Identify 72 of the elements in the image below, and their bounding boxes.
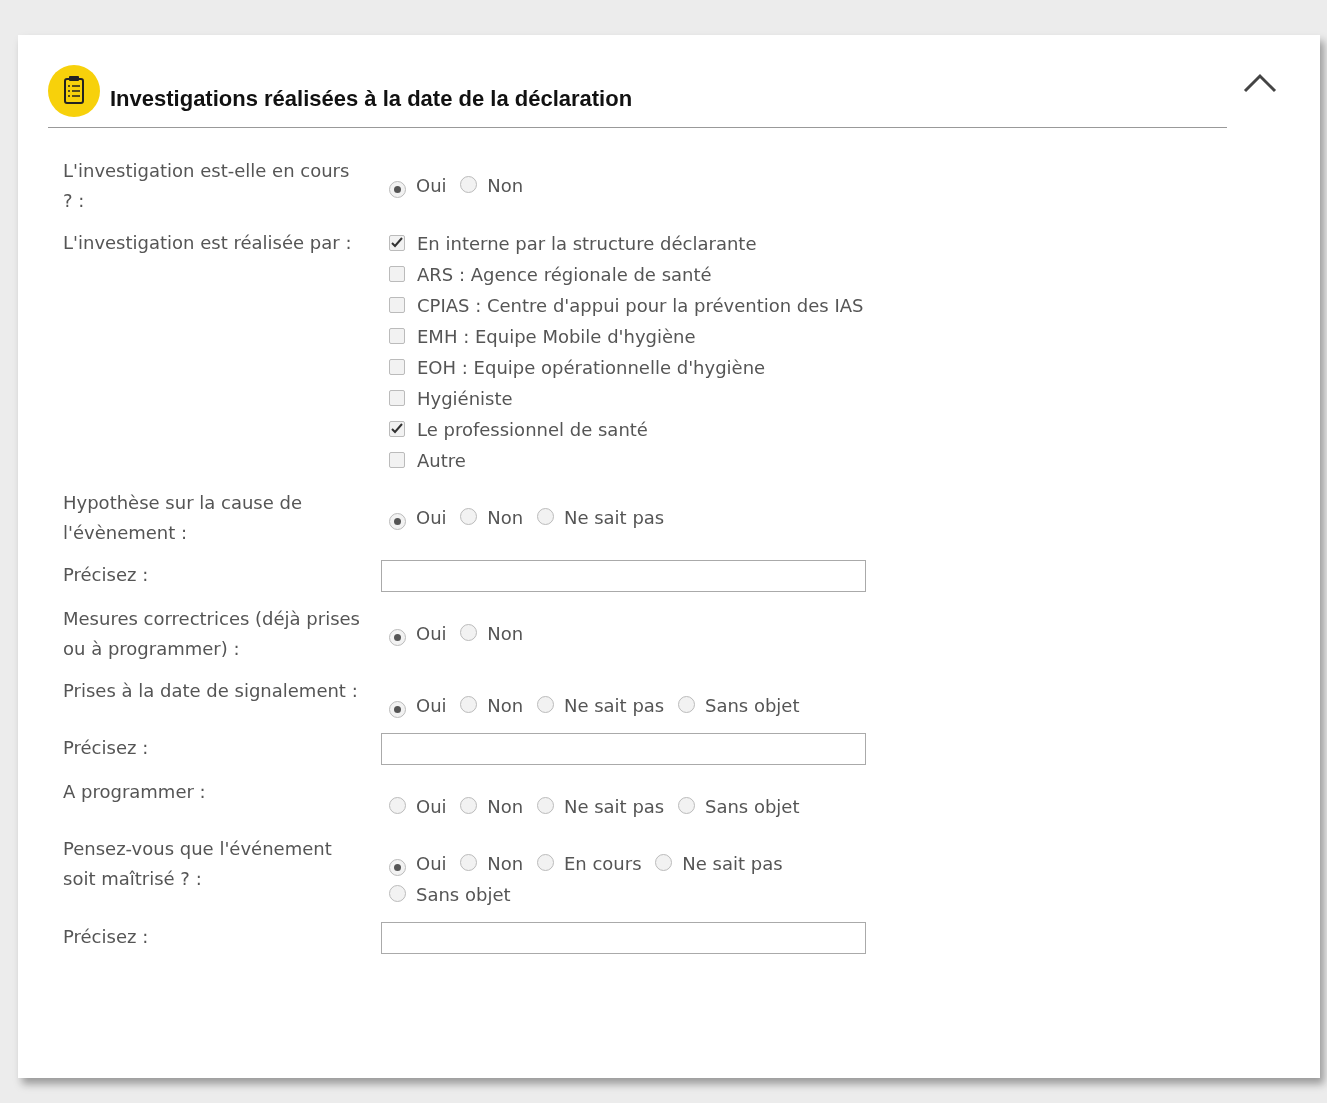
option-label[interactable]: Non xyxy=(487,175,524,196)
checkbox[interactable] xyxy=(389,266,405,282)
option-label[interactable]: Sans objet xyxy=(416,884,511,905)
option-label[interactable]: CPIAS : Centre d'appui pour la prévention des IAS xyxy=(417,290,864,321)
radio-button[interactable] xyxy=(389,629,406,646)
checkbox[interactable] xyxy=(389,452,405,468)
option-label[interactable]: Oui xyxy=(416,695,447,716)
option-label[interactable]: Ne sait pas xyxy=(563,507,665,528)
option-label[interactable]: Oui xyxy=(416,796,447,817)
radio-button[interactable] xyxy=(460,176,478,193)
field-label: L'investigation est réalisée par : xyxy=(63,231,353,255)
checkbox[interactable] xyxy=(389,359,405,375)
radio-button[interactable] xyxy=(389,885,406,902)
field-label: Pensez-vous que l'événement soit maîtrisé ? : xyxy=(63,837,333,891)
option-label[interactable]: En interne par la structure déclarante xyxy=(417,228,757,259)
option-label[interactable]: Non xyxy=(487,796,524,817)
radio-button[interactable] xyxy=(389,513,406,530)
checkbox[interactable] xyxy=(389,297,405,313)
option-label[interactable]: EOH : Equipe opérationnelle d'hygiène xyxy=(417,352,766,383)
option-label[interactable]: Non xyxy=(487,695,524,716)
option-label[interactable]: En cours xyxy=(563,853,642,874)
text-field[interactable] xyxy=(381,922,866,954)
clipboard-icon xyxy=(48,65,100,117)
field-label: A programmer : xyxy=(63,780,207,804)
option-label[interactable]: Oui xyxy=(416,175,447,196)
option-label[interactable]: Non xyxy=(487,507,524,528)
option-label[interactable]: Non xyxy=(487,853,524,874)
radio-button[interactable] xyxy=(460,797,478,814)
radio-button[interactable] xyxy=(677,696,695,713)
field-label: Précisez : xyxy=(63,736,150,760)
radio-button[interactable] xyxy=(536,696,554,713)
radio-button[interactable] xyxy=(460,508,478,525)
chevron-up-icon[interactable] xyxy=(1243,73,1277,93)
checkbox[interactable] xyxy=(389,235,405,251)
radio-button[interactable] xyxy=(389,181,406,198)
checkbox[interactable] xyxy=(389,390,405,406)
option-label[interactable]: ARS : Agence régionale de santé xyxy=(417,259,712,290)
option-label[interactable]: Ne sait pas xyxy=(563,695,665,716)
radio-button[interactable] xyxy=(536,797,554,814)
radio-button[interactable] xyxy=(389,859,406,876)
option-label[interactable]: EMH : Equipe Mobile d'hygiène xyxy=(417,321,696,352)
field-label: Prises à la date de signalement : xyxy=(63,679,359,703)
checkbox[interactable] xyxy=(389,328,405,344)
option-label[interactable]: Le professionnel de santé xyxy=(417,414,648,445)
option-label[interactable]: Sans objet xyxy=(704,695,800,716)
option-label[interactable]: Ne sait pas xyxy=(682,853,783,874)
field-label: Précisez : xyxy=(63,563,150,587)
radio-button[interactable] xyxy=(389,797,406,814)
option-label[interactable]: Ne sait pas xyxy=(563,796,665,817)
field-label: Mesures correctrices (déjà prises ou à programmer) : xyxy=(63,607,361,661)
radio-button[interactable] xyxy=(460,624,478,641)
section-title: Investigations réalisées à la date de la déclaration xyxy=(110,85,633,113)
text-field[interactable] xyxy=(381,733,866,765)
field-label: L'investigation est-elle en cours ? : xyxy=(63,159,351,213)
radio-button[interactable] xyxy=(460,696,478,713)
option-label[interactable]: Non xyxy=(487,623,524,644)
field-label: Hypothèse sur la cause de l'évènement : xyxy=(63,491,303,545)
radio-button[interactable] xyxy=(460,854,478,871)
option-label[interactable]: Sans objet xyxy=(704,796,800,817)
field-label: Précisez : xyxy=(63,925,150,949)
text-field[interactable] xyxy=(381,560,866,592)
option-label[interactable]: Oui xyxy=(416,507,447,528)
option-label[interactable]: Oui xyxy=(416,623,447,644)
radio-button[interactable] xyxy=(677,797,695,814)
option-label[interactable]: Oui xyxy=(416,853,447,874)
radio-button[interactable] xyxy=(389,701,406,718)
option-label[interactable]: Hygiéniste xyxy=(417,383,513,414)
radio-button[interactable] xyxy=(536,508,554,525)
checkbox[interactable] xyxy=(389,421,405,437)
radio-button[interactable] xyxy=(655,854,673,871)
option-label[interactable]: Autre xyxy=(417,445,466,476)
radio-button[interactable] xyxy=(536,854,554,871)
